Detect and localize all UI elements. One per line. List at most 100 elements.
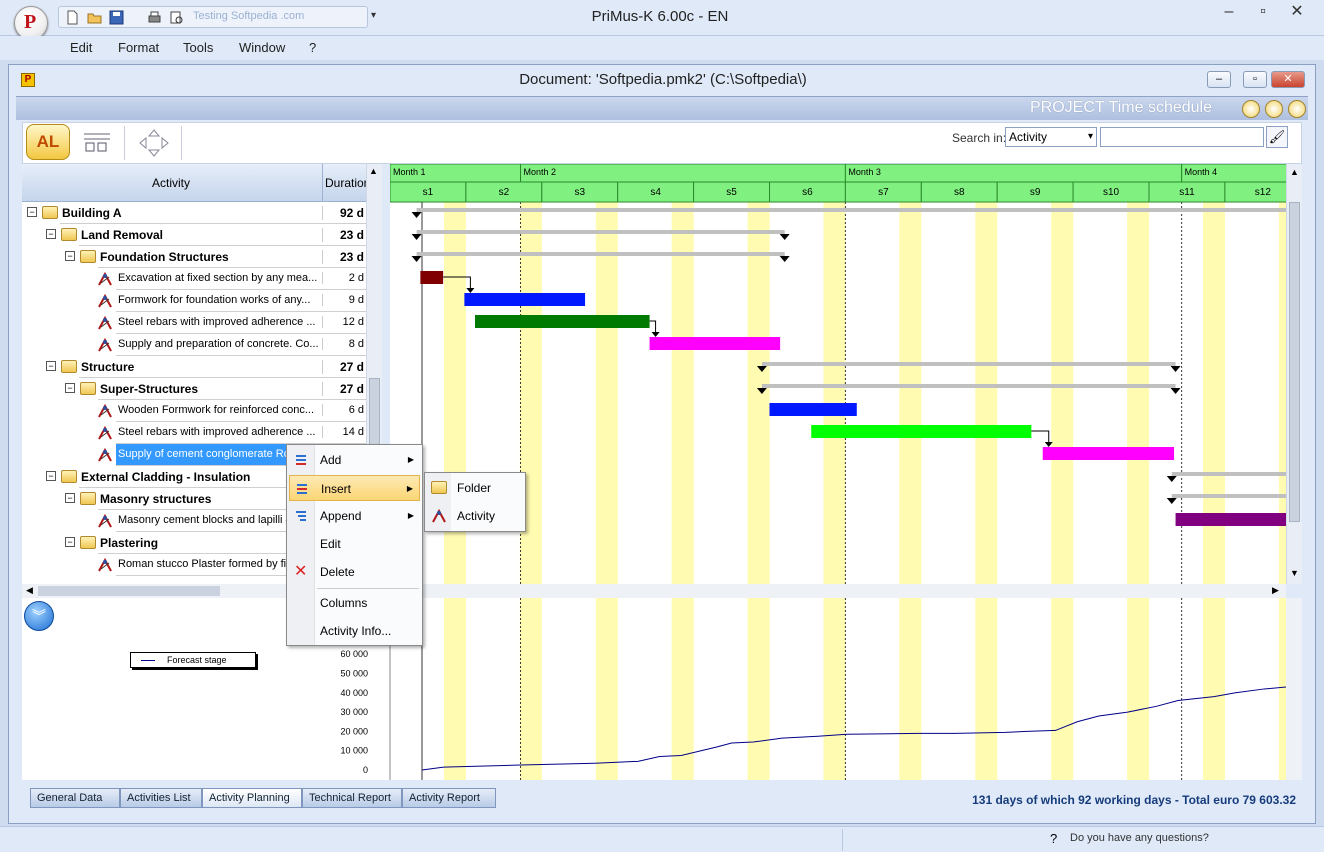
tree-folder-row[interactable]: − Structure 27 d xyxy=(22,356,382,378)
tree-folder-row[interactable]: − Foundation Structures 23 d xyxy=(22,246,382,268)
gantt-scroll-thumb[interactable] xyxy=(1289,202,1300,522)
view-icon[interactable] xyxy=(1242,100,1260,118)
menu-item-edit[interactable]: Edit xyxy=(289,531,420,557)
tree-folder-row[interactable]: − Land Removal 23 d xyxy=(22,224,382,246)
print-preview-icon[interactable] xyxy=(169,10,184,25)
scroll-up-icon[interactable]: ▲ xyxy=(1290,167,1299,177)
summary-start-marker xyxy=(411,234,422,240)
expand-collapse-icon[interactable] xyxy=(80,130,114,154)
menu-window[interactable]: Window xyxy=(239,40,285,55)
search-input[interactable] xyxy=(1100,127,1264,147)
new-file-icon[interactable] xyxy=(65,10,80,25)
section-title: PROJECT Time schedule xyxy=(1030,99,1212,116)
search-brush-icon[interactable]: 🖌 xyxy=(1266,126,1288,148)
activity-icon xyxy=(98,403,112,418)
scroll-up-icon[interactable]: ▲ xyxy=(369,166,378,176)
tab-activity-report[interactable]: Activity Report xyxy=(402,788,496,808)
doc-restore-button[interactable]: ▫ xyxy=(1243,71,1267,88)
help-text[interactable]: Do you have any questions? xyxy=(1070,832,1209,844)
menu-item-columns[interactable]: Columns xyxy=(289,590,420,616)
tab-general-data[interactable]: General Data xyxy=(30,788,120,808)
summary-bar xyxy=(416,252,785,256)
column-header-duration[interactable]: Duration xyxy=(325,176,369,190)
activity-duration: 27 d xyxy=(322,360,366,374)
menu-edit[interactable]: Edit xyxy=(70,40,92,55)
calendar-icon[interactable] xyxy=(1265,100,1283,118)
qat-dropdown-icon[interactable]: ▾ xyxy=(371,10,376,21)
tree-folder-row[interactable]: − Building A 92 d xyxy=(22,202,382,224)
week-label: s12 xyxy=(1255,187,1272,198)
tree-activity-row[interactable]: Excavation at fixed section by any mea..… xyxy=(22,268,382,290)
menu-format[interactable]: Format xyxy=(118,40,159,55)
tree-collapse-toggle[interactable]: − xyxy=(65,537,75,547)
document-title: Document: 'Softpedia.pmk2' (C:\Softpedia… xyxy=(519,71,807,88)
activity-duration: 8 d xyxy=(322,338,366,350)
submenu-item-folder[interactable]: Folder xyxy=(427,475,523,501)
tree-collapse-toggle[interactable]: − xyxy=(46,471,56,481)
tree-activity-row[interactable]: Steel rebars with improved adherence ...… xyxy=(22,422,382,444)
tree-collapse-toggle[interactable]: − xyxy=(65,493,75,503)
tree-collapse-toggle[interactable]: − xyxy=(65,383,75,393)
summary-start-marker xyxy=(1166,476,1177,482)
menu-item-insert[interactable]: Insert ▶ xyxy=(289,475,420,501)
tree-collapse-toggle[interactable]: − xyxy=(46,229,56,239)
doc-close-button[interactable]: ✕ xyxy=(1271,71,1305,88)
maximize-button[interactable]: ▫ xyxy=(1246,2,1280,24)
column-header-activity[interactable]: Activity xyxy=(22,176,320,190)
weekend-stripe xyxy=(519,598,542,780)
settings-icon[interactable] xyxy=(1288,100,1306,118)
scroll-right-icon[interactable]: ▶ xyxy=(1272,585,1279,596)
chart-legend: Forecast stage xyxy=(130,652,256,668)
menu-tools[interactable]: Tools xyxy=(183,40,213,55)
gantt-horizontal-scrollbar[interactable]: ▶ xyxy=(390,584,1286,598)
app-logo-icon[interactable]: P xyxy=(14,6,48,40)
folder-icon xyxy=(61,360,77,373)
activity-name: Excavation at fixed section by any mea..… xyxy=(118,272,318,284)
legend-line-swatch xyxy=(141,660,155,661)
tab-activities-list[interactable]: Activities List xyxy=(120,788,202,808)
activity-icon xyxy=(432,508,446,523)
tree-collapse-toggle[interactable]: − xyxy=(46,361,56,371)
move-arrows-icon[interactable] xyxy=(138,128,170,158)
help-question-icon[interactable]: ? xyxy=(1050,831,1057,846)
activity-duration: 12 d xyxy=(322,316,366,328)
activity-icon xyxy=(98,315,112,330)
collapse-panel-icon[interactable]: ︾ xyxy=(24,601,54,631)
activity-name: Steel rebars with improved adherence ... xyxy=(118,426,316,438)
submenu-item-activity[interactable]: Activity xyxy=(427,503,523,529)
open-folder-icon[interactable] xyxy=(87,10,102,25)
activity-list-button[interactable]: AL xyxy=(26,124,70,160)
menu-item-add[interactable]: Add ▶ xyxy=(289,447,420,473)
delete-x-icon: ✕ xyxy=(294,563,308,580)
doc-minimize-button[interactable]: – xyxy=(1207,71,1231,88)
tree-activity-row[interactable]: Wooden Formwork for reinforced conc... 6 … xyxy=(22,400,382,422)
save-icon[interactable] xyxy=(109,10,124,25)
tree-activity-row[interactable]: Supply and preparation of concrete. Co..… xyxy=(22,334,382,356)
minimize-button[interactable]: – xyxy=(1212,2,1246,24)
weekend-stripe xyxy=(671,202,694,584)
menu-item-activity-info[interactable]: Activity Info... xyxy=(289,618,420,644)
menu-help[interactable]: ? xyxy=(309,40,316,55)
menu-item-delete[interactable]: ✕ Delete xyxy=(289,559,420,585)
summary-start-marker xyxy=(411,212,422,218)
tree-folder-row[interactable]: − Super-Structures 27 d xyxy=(22,378,382,400)
scroll-left-icon[interactable]: ◀ xyxy=(26,585,33,596)
print-icon[interactable] xyxy=(147,10,162,25)
submenu-activity-label: Activity xyxy=(457,509,496,523)
tree-activity-row[interactable]: Steel rebars with improved adherence ...… xyxy=(22,312,382,334)
tree-collapse-toggle[interactable]: − xyxy=(27,207,37,217)
gantt-vertical-scrollbar[interactable]: ▲ ▼ xyxy=(1286,164,1302,584)
task-bar xyxy=(1175,513,1286,526)
tab-technical-report[interactable]: Technical Report xyxy=(302,788,402,808)
close-button[interactable]: ✕ xyxy=(1280,2,1314,24)
tree-collapse-toggle[interactable]: − xyxy=(65,251,75,261)
tree-activity-row[interactable]: Formwork for foundation works of any... 9… xyxy=(22,290,382,312)
menu-item-append[interactable]: Append ▶ xyxy=(289,503,420,529)
search-field-select[interactable]: Activity ▾ xyxy=(1005,127,1097,147)
tree-hscroll-thumb[interactable] xyxy=(38,586,220,596)
tab-activity-planning[interactable]: Activity Planning xyxy=(202,788,302,808)
task-bar xyxy=(811,425,1032,438)
summary-end-marker xyxy=(779,256,790,262)
folder-icon xyxy=(80,492,96,505)
scroll-down-icon[interactable]: ▼ xyxy=(1290,568,1299,578)
